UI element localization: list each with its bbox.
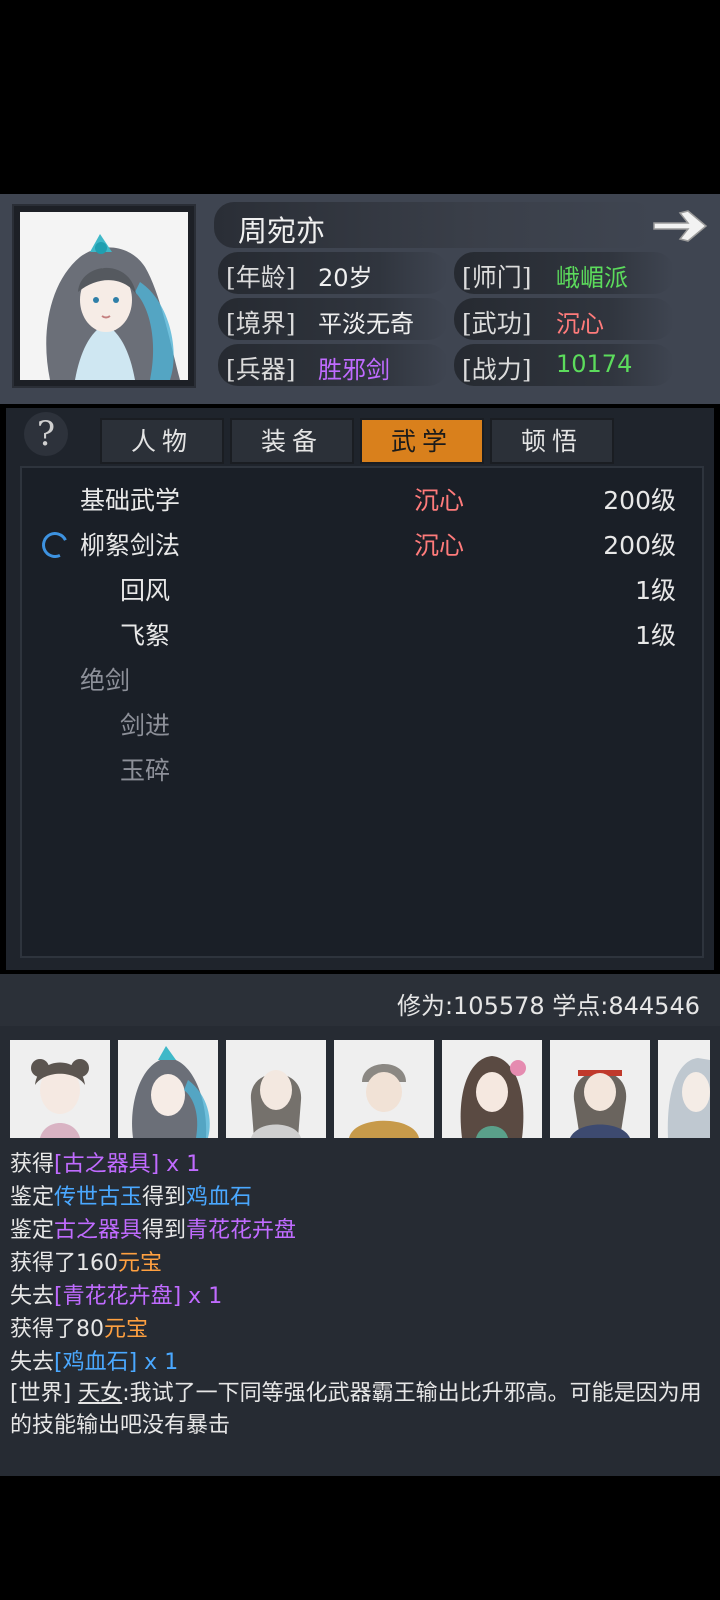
portrait-image (20, 212, 188, 380)
sect-label: [师门] (462, 263, 532, 292)
skill-row[interactable]: 绝剑 (80, 661, 676, 701)
cultivation-points: 修为:105578 学点:844546 (396, 992, 700, 1020)
skill-name: 回风 (120, 576, 171, 605)
skill-row[interactable]: 基础武学 沉心 200级 (80, 481, 676, 521)
sect-value: 峨嵋派 (556, 264, 628, 292)
age-label: [年龄] (226, 263, 296, 292)
avatar[interactable] (658, 1040, 710, 1138)
skill-name: 基础武学 (80, 486, 181, 515)
skill-row[interactable]: 剑进 (120, 706, 676, 746)
next-arrow-icon[interactable] (650, 208, 710, 244)
skill-name: 绝剑 (80, 666, 131, 695)
log-line: 鉴定古之器具得到青花花卉盘 (10, 1218, 297, 1243)
chat-user[interactable]: 天女 (78, 1381, 122, 1406)
skill-level: 1级 (635, 576, 676, 605)
skill-type: 沉心 (414, 486, 465, 515)
log-line: 获得了80元宝 (10, 1317, 149, 1342)
skill-row[interactable]: 柳絮剑法 沉心 200级 (80, 526, 676, 566)
avatar[interactable] (442, 1040, 542, 1138)
skill-level: 200级 (603, 531, 676, 560)
skill-level: 200级 (603, 486, 676, 515)
tab-martial-arts[interactable]: 武学 (360, 418, 484, 464)
skill-row[interactable]: 回风 1级 (120, 571, 676, 611)
skill-name: 剑进 (120, 711, 171, 740)
avatar[interactable] (550, 1040, 650, 1138)
age-value: 20岁 (318, 264, 373, 292)
chat-channel: [世界] (10, 1381, 72, 1406)
tab-enlightenment[interactable]: 顿悟 (490, 418, 614, 464)
weapon-value[interactable]: 胜邪剑 (318, 350, 390, 385)
skill-type: 沉心 (414, 531, 465, 560)
character-header: 周宛亦 [年龄] 20岁 [师门] 峨嵋派 [境界] 平淡无奇 [武功] 沉心 … (0, 194, 720, 404)
world-chat-message: [世界] 天女:我试了一下同等强化武器霸王输出比升邪高。可能是因为用的技能输出吧… (10, 1378, 710, 1442)
log-line: 失去[鸡血石] x 1 (10, 1350, 179, 1375)
martial-value: 沉心 (556, 310, 604, 338)
skill-name: 飞絮 (120, 621, 171, 650)
party-avatars (10, 1040, 720, 1140)
log-line: 鉴定传世古玉得到鸡血石 (10, 1185, 253, 1210)
skill-level: 1级 (635, 621, 676, 650)
help-icon[interactable]: ? (24, 412, 68, 456)
avatar[interactable] (334, 1040, 434, 1138)
skill-name: 柳絮剑法 (80, 531, 181, 560)
avatar[interactable] (118, 1040, 218, 1138)
log-line: 获得[古之器具] x 1 (10, 1152, 201, 1177)
realm-label: [境界] (226, 309, 296, 338)
character-name: 周宛亦 (238, 214, 326, 248)
character-portrait (12, 204, 196, 388)
martial-label: [武功] (462, 309, 532, 338)
log-line: 获得了160元宝 (10, 1251, 163, 1276)
tab-equipment[interactable]: 装备 (230, 418, 354, 464)
power-label: [战力] (462, 355, 532, 384)
tab-character[interactable]: 人物 (100, 418, 224, 464)
log-line: 失去[青花花卉盘] x 1 (10, 1284, 223, 1309)
skill-row[interactable]: 玉碎 (120, 751, 676, 791)
skill-row[interactable]: 飞絮 1级 (120, 616, 676, 656)
skill-name: 玉碎 (120, 756, 171, 785)
avatar[interactable] (226, 1040, 326, 1138)
realm-value: 平淡无奇 (318, 310, 414, 338)
power-value: 10174 (556, 350, 633, 378)
weapon-label: [兵器] (226, 355, 296, 384)
avatar[interactable] (10, 1040, 110, 1138)
